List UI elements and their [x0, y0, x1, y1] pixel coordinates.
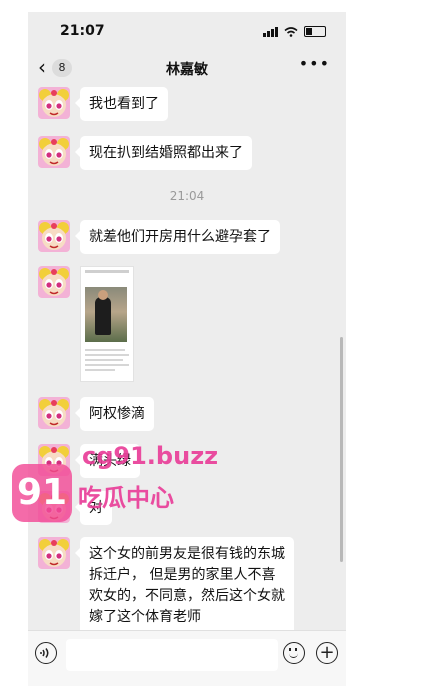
chat-screen: 21:07 ‹ 8 林嘉敏 ••• 我也看到了 现在扒到结婚照都出来了 21:0… [28, 12, 346, 686]
message-bubble[interactable]: 现在扒到结婚照都出来了 [75, 136, 252, 170]
message-bubble[interactable]: 满头绿 [75, 444, 140, 478]
status-bar: 21:07 [28, 12, 346, 52]
message-bubble[interactable]: 这个女的前男友是很有钱的东城拆迁户， 但是男的家里人不喜欢女的，不同意，然后这个… [75, 537, 294, 635]
image-message[interactable] [80, 266, 134, 382]
nav-bar: ‹ 8 林嘉敏 ••• [28, 52, 346, 84]
wifi-icon [284, 26, 298, 37]
photo-thumbnail [85, 287, 127, 342]
scrollbar[interactable] [340, 337, 343, 562]
avatar[interactable] [38, 397, 70, 429]
input-bar: + [28, 630, 346, 686]
signal-icon [263, 26, 278, 37]
status-time: 21:07 [60, 23, 105, 39]
message-bubble[interactable]: 阿权惨滴 [75, 397, 154, 431]
message-bubble[interactable]: 对 [75, 491, 112, 525]
avatar[interactable] [38, 537, 70, 569]
message-input[interactable] [66, 639, 278, 671]
avatar[interactable] [38, 220, 70, 252]
message-bubble[interactable]: 我也看到了 [75, 87, 168, 121]
avatar[interactable] [38, 266, 70, 298]
plus-icon[interactable]: + [316, 642, 338, 664]
emoji-icon[interactable] [283, 642, 305, 664]
voice-icon[interactable] [35, 642, 57, 664]
battery-icon [304, 26, 326, 37]
status-icons [263, 26, 326, 37]
message-bubble[interactable]: 就差他们开房用什么避孕套了 [75, 220, 280, 254]
avatar[interactable] [38, 491, 70, 523]
avatar[interactable] [38, 136, 70, 168]
avatar[interactable] [38, 444, 70, 476]
more-dots-icon[interactable]: ••• [299, 54, 330, 73]
message-timestamp: 21:04 [169, 189, 205, 203]
avatar[interactable] [38, 87, 70, 119]
